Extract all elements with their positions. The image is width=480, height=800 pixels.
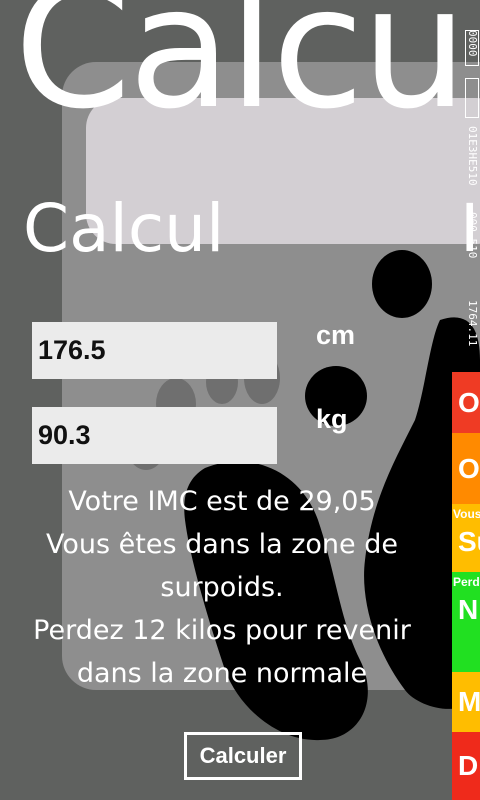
bmi-zone-strip: O [452, 433, 480, 504]
bmi-zone-label: D [458, 750, 479, 781]
result-line-bmi: Votre IMC est de 29,05 [68, 486, 376, 517]
bmi-zone-label: O [458, 386, 480, 418]
weight-unit-label: kg [316, 404, 348, 434]
height-input[interactable]: 176.5 [32, 322, 277, 379]
bmi-zone-caption: Vous [453, 507, 480, 521]
height-unit-label: cm [316, 320, 356, 350]
side-peek-code-mid: 01E3HE510 [466, 126, 479, 186]
bmi-zone-strip: D [452, 732, 480, 800]
bmi-zone-label: N [458, 594, 479, 625]
side-peek-box-2 [465, 78, 479, 118]
bmi-calculator-app: Calcul Calcul I 176.5 cm 90.3 kg Votre I… [0, 0, 480, 800]
weight-input[interactable]: 90.3 [32, 407, 277, 464]
side-peek-code-low: 000 510 [466, 212, 479, 259]
bmi-result: Votre IMC est de 29,05 Vous êtes dans la… [12, 480, 432, 695]
panorama-title: Calcul [14, 0, 480, 146]
bmi-zone-strip: M [452, 672, 480, 732]
section-title: Calcul [23, 190, 225, 267]
bmi-zone-label: Su [458, 526, 480, 557]
side-peek-code-bottom: 1764.11 [466, 300, 479, 347]
result-line-zone: Vous êtes dans la zone de [46, 529, 398, 560]
result-line-zone-name: surpoids. [160, 572, 284, 603]
bmi-zone-label: M [458, 686, 480, 717]
bmi-zone-caption: Perd [453, 575, 480, 589]
bmi-zone-strip: O [452, 372, 480, 433]
calculate-button[interactable]: Calculer [184, 732, 302, 780]
result-line-advice: Perdez 12 kilos pour revenir [33, 615, 411, 646]
bmi-zone-strip: Vous Su [452, 504, 480, 572]
side-peek-code-top: 0000 [466, 30, 479, 57]
result-line-target: dans la zone normale [76, 658, 368, 689]
bmi-zone-label: O [458, 452, 480, 484]
bmi-zone-strip: Perd N [452, 572, 480, 672]
